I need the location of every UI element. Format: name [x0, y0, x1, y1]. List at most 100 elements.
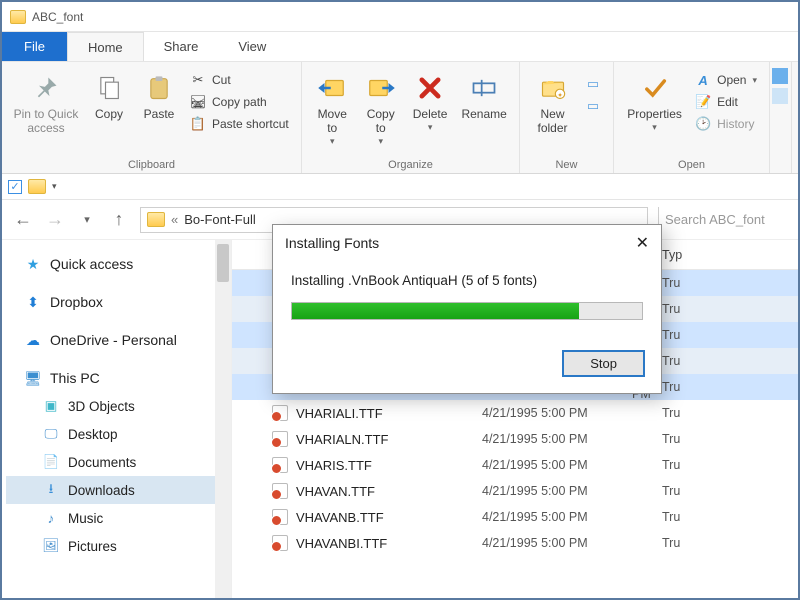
close-button[interactable]: ✕ — [636, 233, 649, 253]
copy-button[interactable]: Copy — [86, 66, 132, 122]
file-type: Tru — [662, 484, 798, 498]
shortcut-icon: 📋 — [190, 116, 206, 132]
new-folder-button[interactable]: ✦ New folder — [528, 66, 577, 136]
label: Properties — [627, 108, 682, 122]
history-button[interactable]: 🕑History — [691, 114, 761, 134]
sidebar-item-music[interactable]: ♪Music — [6, 504, 227, 532]
pin-icon — [30, 72, 62, 104]
menu-file[interactable]: File — [2, 32, 67, 61]
font-file-icon — [272, 431, 288, 447]
dialog-title: Installing Fonts — [285, 235, 379, 251]
file-row[interactable]: VHARIALN.TTF 4/21/1995 5:00 PMTru — [232, 426, 798, 452]
file-type: Tru — [662, 510, 798, 524]
file-date: 4/21/1995 5:00 PM — [482, 406, 662, 420]
sidebar-item-3d-objects[interactable]: ▣3D Objects — [6, 392, 227, 420]
paste-shortcut-button[interactable]: 📋Paste shortcut — [186, 114, 293, 134]
sidebar-item-dropbox[interactable]: ⬍Dropbox — [6, 288, 227, 316]
svg-text:✦: ✦ — [557, 91, 563, 99]
menu-view[interactable]: View — [218, 32, 286, 61]
col-type[interactable]: Typ — [662, 248, 798, 262]
properties-icon — [639, 72, 671, 104]
rename-button[interactable]: Rename — [457, 66, 511, 122]
label: Pin to Quick access — [14, 108, 79, 136]
select-none-icon[interactable] — [772, 88, 788, 104]
sidebar-scrollbar[interactable] — [215, 240, 231, 598]
label: Rename — [461, 108, 506, 122]
sidebar-item-onedrive[interactable]: ☁OneDrive - Personal — [6, 326, 227, 354]
file-row[interactable]: VHARIS.TTF 4/21/1995 5:00 PMTru — [232, 452, 798, 478]
rename-icon — [468, 72, 500, 104]
copy-icon — [93, 72, 125, 104]
label: Music — [68, 511, 103, 526]
forward-button[interactable]: → — [44, 209, 66, 231]
sidebar-item-quick-access[interactable]: ★Quick access — [6, 250, 227, 278]
file-type: Tru — [662, 432, 798, 446]
label: History — [717, 117, 754, 131]
search-input[interactable]: Search ABC_font — [658, 207, 788, 233]
scrollbar-thumb[interactable] — [217, 244, 229, 282]
sidebar-item-this-pc[interactable]: 🖥This PC — [6, 364, 227, 392]
file-row[interactable]: VHARIALI.TTF4/21/1995 5:00 PMTru — [232, 400, 798, 426]
label: Delete — [413, 108, 448, 122]
font-file-icon — [272, 405, 288, 421]
file-name: VHAVANBI.TTF — [296, 536, 387, 551]
file-date: 4/21/1995 5:00 PM — [482, 484, 662, 498]
delete-button[interactable]: Delete▾ — [407, 66, 453, 132]
cloud-icon: ☁ — [24, 332, 42, 348]
pictures-icon: 🖼 — [42, 538, 60, 554]
star-icon: ★ — [24, 256, 42, 272]
select-all-icon[interactable] — [772, 68, 788, 84]
back-button[interactable]: ← — [12, 209, 34, 231]
sidebar-item-pictures[interactable]: 🖼 Pictures — [6, 532, 227, 560]
recent-locations-button[interactable]: ▾ — [76, 209, 98, 231]
chevron-down-icon[interactable]: ▾ — [52, 181, 57, 192]
pin-to-quick-access-button[interactable]: Pin to Quick access — [10, 66, 82, 136]
file-row[interactable]: VHAVANB.TTF4/21/1995 5:00 PMTru — [232, 504, 798, 530]
scissors-icon: ✂ — [190, 72, 206, 88]
menu-share[interactable]: Share — [144, 32, 219, 61]
cut-button[interactable]: ✂Cut — [186, 70, 293, 90]
pc-icon: 🖥 — [24, 370, 42, 386]
open-button[interactable]: AOpen ▾ — [691, 70, 761, 90]
up-button[interactable]: ↑ — [108, 209, 130, 231]
file-type: Tru — [662, 406, 798, 420]
file-name: VHARIALN.TTF — [296, 432, 388, 447]
file-name: VHAVAN.TTF — [296, 484, 375, 499]
file-type: Tru — [662, 302, 798, 316]
copy-to-button[interactable]: Copy to▾ — [358, 66, 402, 146]
easy-access-button[interactable]: ▭ — [581, 96, 605, 116]
sidebar-item-desktop[interactable]: 🖵Desktop — [6, 420, 227, 448]
sidebar-item-documents[interactable]: 📄Documents — [6, 448, 227, 476]
label: Pictures — [68, 539, 117, 554]
copy-path-button[interactable]: 🛤Copy path — [186, 92, 293, 112]
stop-button[interactable]: Stop — [562, 350, 645, 377]
breadcrumb[interactable]: Bo-Font-Full — [184, 212, 256, 227]
sidebar-item-downloads[interactable]: ⭳Downloads — [6, 476, 227, 504]
file-name: VHARIS.TTF — [296, 458, 372, 473]
address-overflow: « — [171, 212, 178, 227]
select-all-checkbox[interactable]: ✓ — [8, 180, 22, 194]
file-row[interactable]: VHAVANBI.TTF4/21/1995 5:00 PMTru — [232, 530, 798, 556]
open-icon: A — [695, 72, 711, 88]
paste-button[interactable]: Paste — [136, 66, 182, 122]
file-date: 4/21/1995 5:00 PM — [482, 458, 662, 472]
move-to-button[interactable]: Move to▾ — [310, 66, 354, 146]
path-icon: 🛤 — [190, 94, 206, 110]
new-item-button[interactable]: ▭ — [581, 74, 605, 94]
window-title: ABC_font — [32, 10, 83, 24]
file-date: 4/21/1995 5:00 PM — [482, 432, 662, 446]
file-type: Tru — [662, 276, 798, 290]
folder-icon — [10, 10, 26, 24]
move-to-icon — [316, 72, 348, 104]
documents-icon: 📄 — [42, 454, 60, 470]
file-row[interactable]: VHAVAN.TTF 4/21/1995 5:00 PMTru — [232, 478, 798, 504]
font-file-icon — [272, 535, 288, 551]
new-folder-icon: ✦ — [537, 72, 569, 104]
3d-icon: ▣ — [42, 398, 60, 414]
label: Downloads — [68, 483, 135, 498]
properties-button[interactable]: Properties▾ — [622, 66, 687, 132]
menu-home[interactable]: Home — [67, 32, 144, 61]
file-type: Tru — [662, 458, 798, 472]
edit-button[interactable]: 📝Edit — [691, 92, 761, 112]
file-date: 4/21/1995 5:00 PM — [482, 510, 662, 524]
